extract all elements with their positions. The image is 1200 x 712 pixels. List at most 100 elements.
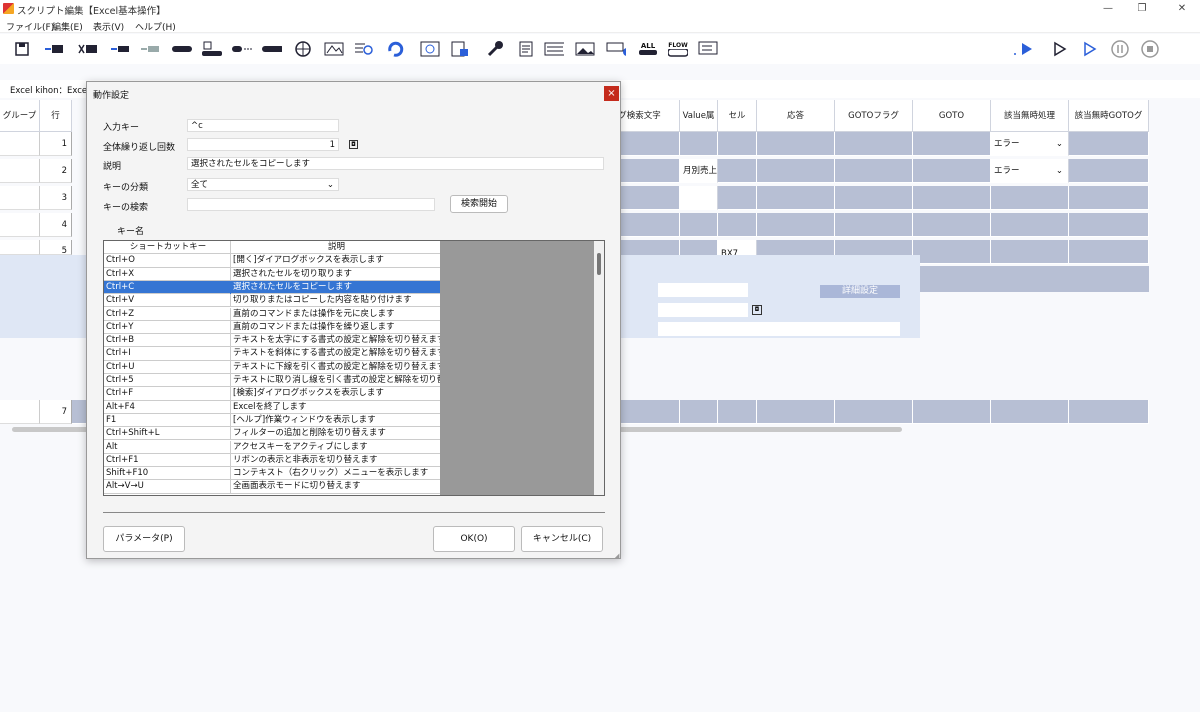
shortcut-key-cell: Ctrl+V — [104, 294, 231, 308]
menu-file[interactable]: ファイル(F) — [6, 20, 54, 33]
repeat-count-field[interactable]: 1 — [187, 138, 339, 151]
col-header-description[interactable]: 説明 — [231, 241, 440, 254]
shortcut-row[interactable]: Ctrl+U テキストに下線を引く書式の設定と解除を切り替えます — [104, 360, 440, 374]
loop-icon[interactable] — [386, 40, 406, 58]
description-field[interactable]: 選択されたセルをコピーします — [187, 157, 604, 170]
shortcut-row[interactable]: Ctrl+F [検索]ダイアログボックスを表示します — [104, 387, 440, 401]
shortcut-desc-cell: 直前のコマンドまたは操作を元に戻します — [233, 308, 395, 319]
resize-grip-icon[interactable]: ◢ — [614, 552, 619, 560]
detail-field-3[interactable] — [658, 322, 900, 336]
col-header-shortcut[interactable]: ショートカットキー — [104, 241, 231, 254]
document-icon[interactable] — [516, 40, 536, 58]
shortcut-row[interactable]: Ctrl+O [開く]ダイアログボックスを表示します — [104, 254, 440, 268]
image-search-icon[interactable] — [324, 40, 344, 58]
menu-view[interactable]: 表示(V) — [93, 20, 124, 33]
close-window-button[interactable]: ✕ — [1172, 2, 1192, 16]
category-select[interactable]: 全て ⌄ — [187, 178, 339, 191]
key-search-label: キーの検索 — [103, 203, 149, 213]
text-input-icon[interactable] — [202, 40, 222, 58]
shortcut-row[interactable]: Alt+F4 Excelを終了します — [104, 400, 440, 414]
col-header-nomatch[interactable]: 該当無時処理 — [991, 100, 1069, 132]
shortcut-row[interactable]: Ctrl+Shift+L フィルターの追加と削除を切り替えます — [104, 427, 440, 441]
col-header-goto[interactable]: GOTO — [913, 100, 991, 132]
search-start-button[interactable]: 検索開始 — [450, 195, 508, 213]
shortcut-key-cell: Ctrl+5 — [104, 374, 231, 387]
shortcut-row[interactable]: Ctrl+X 選択されたセルを切り取ります — [104, 267, 440, 281]
file-icon[interactable] — [450, 40, 470, 58]
key-icon[interactable] — [172, 40, 192, 58]
divider — [103, 512, 605, 513]
col-header-value[interactable]: Value属 — [680, 100, 718, 132]
detail-field-1[interactable] — [658, 283, 748, 297]
detail-field-picker-icon[interactable]: ◘ — [752, 305, 762, 315]
repeat-picker-icon[interactable]: ◘ — [349, 140, 358, 149]
shortcut-desc-cell: テキストに取り消し線を引く書式の設定と解除を切り替... — [233, 375, 440, 385]
move-up-icon[interactable] — [110, 40, 130, 58]
run-icon[interactable] — [1012, 40, 1036, 58]
shortcut-desc-cell: 選択されたセルを切り取ります — [233, 268, 353, 279]
description-label: 説明 — [103, 162, 122, 172]
menu-edit[interactable]: 編集(E) — [52, 20, 83, 33]
shortcut-row[interactable]: Ctrl+B テキストを太字にする書式の設定と解除を切り替えます — [104, 334, 440, 348]
cancel-button[interactable]: キャンセル(C) — [521, 526, 603, 552]
insert-step-icon[interactable] — [44, 40, 64, 58]
shortcut-row[interactable]: Alt→V→U 全画面表示モードに切り替えます — [104, 480, 440, 494]
wait-icon[interactable] — [262, 40, 282, 58]
col-header-response[interactable]: 応答 — [757, 100, 835, 132]
input-key-field[interactable]: ^c — [187, 119, 339, 132]
shortcut-desc-cell: リボンの表示と非表示を切り替えます — [233, 454, 378, 465]
detail-field-2[interactable] — [658, 303, 748, 317]
col-header-group[interactable]: グループ — [0, 100, 40, 132]
keyboard-icon[interactable] — [544, 40, 564, 58]
shortcut-row[interactable]: Alt アクセスキーをアクティブにします — [104, 440, 440, 454]
shortcut-row[interactable]: Ctrl+V 切り取りまたはコピーした内容を貼り付けます — [104, 294, 440, 308]
row-number: 1 — [40, 132, 72, 156]
col-header-goto-flag[interactable]: GOTOフラグ — [835, 100, 913, 132]
nomatch-select[interactable]: エラー ⌄ — [991, 159, 1069, 183]
shortcut-row[interactable]: Ctrl+C 選択されたセルをコピーします — [104, 280, 440, 295]
shortcut-key-table[interactable]: ショートカットキー 説明 Ctrl+O [開く]ダイアログボックスを表示します Ct… — [103, 240, 605, 496]
web-icon[interactable] — [293, 40, 313, 58]
shortcut-row[interactable]: F1 [ヘルプ]作業ウィンドウを表示します — [104, 413, 440, 428]
move-down-icon[interactable] — [140, 40, 160, 58]
shortcut-row[interactable]: Ctrl+F1 リボンの表示と非表示を切り替えます — [104, 453, 440, 468]
restore-button[interactable]: ❐ — [1132, 2, 1152, 16]
shortcut-row[interactable]: Shift+F10 コンテキスト（右クリック）メニューを表示します — [104, 467, 440, 481]
vertical-scrollbar[interactable] — [594, 241, 604, 495]
shortcut-row[interactable]: Ctrl+Y 直前のコマンドまたは操作を繰り返します — [104, 320, 440, 335]
col-header-nomatch-goto[interactable]: 該当無時GOTOグ — [1069, 100, 1149, 132]
step-run-icon[interactable] — [1050, 40, 1070, 58]
ok-button[interactable]: OK(O) — [433, 526, 515, 552]
stop-icon[interactable] — [1140, 40, 1160, 58]
detail-settings-button[interactable]: 詳細設定 — [820, 285, 900, 298]
search-icon[interactable] — [354, 40, 374, 58]
dialog-title: 動作設定 — [93, 91, 130, 101]
all-icon[interactable]: ALL — [638, 40, 658, 58]
screen-capture-icon[interactable] — [420, 40, 440, 58]
shortcut-row[interactable]: Ctrl+I テキストを斜体にする書式の設定と解除を切り替えます — [104, 347, 440, 361]
save-icon[interactable] — [12, 40, 32, 58]
col-header-cell[interactable]: セル — [718, 100, 757, 132]
shortcut-row[interactable]: Ctrl+Z 直前のコマンドまたは操作を元に戻します — [104, 307, 440, 321]
nomatch-select[interactable]: エラー ⌄ — [991, 132, 1069, 156]
list-icon[interactable] — [698, 40, 718, 58]
shortcut-key-cell: Ctrl+F1 — [104, 453, 231, 467]
col-header-row[interactable]: 行 — [40, 100, 72, 132]
pause-icon[interactable] — [1110, 40, 1130, 58]
dialog-close-button[interactable]: × — [604, 86, 619, 101]
delete-step-icon[interactable] — [78, 40, 98, 58]
shortcut-row[interactable]: Ctrl+5 テキストに取り消し線を引く書式の設定と解除を切り替... — [104, 374, 440, 388]
mouse-click-icon[interactable] — [232, 40, 252, 58]
scrollbar-thumb[interactable] — [597, 253, 601, 275]
add-condition-icon[interactable] — [606, 40, 626, 58]
parameter-button[interactable]: パラメータ(P) — [103, 526, 185, 552]
flow-icon[interactable]: FLOW — [668, 40, 688, 58]
shortcut-desc-cell: [ヘルプ]作業ウィンドウを表示します — [233, 414, 376, 425]
shortcut-desc-cell: 選択されたセルをコピーします — [233, 281, 353, 292]
menu-help[interactable]: ヘルプ(H) — [135, 20, 176, 33]
minimize-button[interactable]: — — [1098, 2, 1118, 16]
key-search-input[interactable] — [187, 198, 435, 211]
image-icon[interactable] — [575, 40, 595, 58]
settings-icon[interactable] — [485, 40, 505, 58]
run-from-icon[interactable] — [1080, 40, 1100, 58]
